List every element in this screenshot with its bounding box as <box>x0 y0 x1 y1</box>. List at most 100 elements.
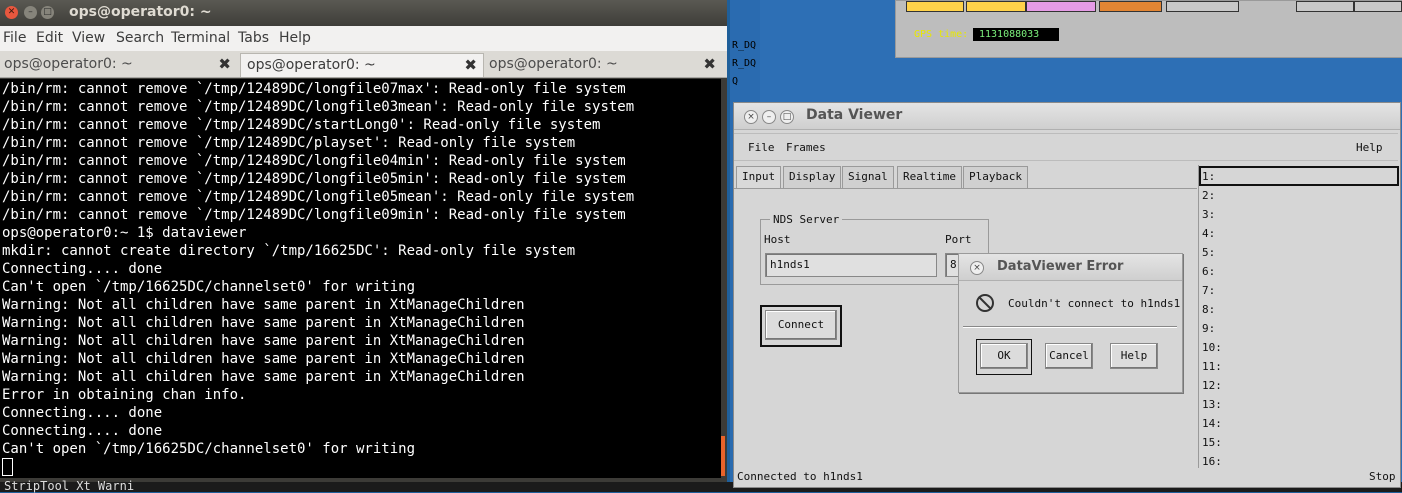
terminal-line: Warning: Not all children have same pare… <box>2 369 525 385</box>
close-tab-icon[interactable]: ✖ <box>218 53 231 75</box>
slot-item[interactable]: 4: <box>1202 227 1215 240</box>
menu-terminal[interactable]: Terminal <box>171 30 230 46</box>
side-label: R_DQ <box>732 58 757 69</box>
slot-item[interactable]: 9: <box>1202 322 1215 335</box>
slot-item[interactable]: 2: <box>1202 189 1215 202</box>
terminal-line: Can't open `/tmp/16625DC/channelset0' fo… <box>2 441 416 457</box>
tab-input[interactable]: Input <box>736 166 782 189</box>
dataviewer-titlebar[interactable]: × – □ Data Viewer <box>734 103 1400 130</box>
menu-help[interactable]: Help <box>1356 141 1383 154</box>
slot-item[interactable]: 11: <box>1202 360 1222 373</box>
terminal-line: Warning: Not all children have same pare… <box>2 351 525 367</box>
medm-window-partial: GPS time: 1131088033 <box>895 0 1402 58</box>
terminal-line: mkdir: cannot create directory `/tmp/166… <box>2 243 576 259</box>
tab-signal[interactable]: Signal <box>842 166 894 188</box>
terminal-line: Connecting.... done <box>2 261 163 277</box>
medm-button[interactable] <box>1354 1 1402 12</box>
side-label: Q <box>732 76 739 87</box>
menu-help[interactable]: Help <box>279 30 311 46</box>
side-label: R_DQ <box>732 40 757 51</box>
terminal-line: ops@operator0:~ 1$ dataviewer <box>2 225 247 241</box>
slot-item[interactable]: 10: <box>1202 341 1222 354</box>
dataviewer-menubar: File Frames Help <box>734 133 1398 161</box>
menu-file[interactable]: File <box>3 30 26 46</box>
terminal-titlebar[interactable]: ✕ – □ ops@operator0: ~ <box>0 0 727 26</box>
window-title: Data Viewer <box>806 107 903 123</box>
terminal-line: /bin/rm: cannot remove `/tmp/12489DC/lon… <box>2 153 626 169</box>
terminal-line: Connecting.... done <box>2 423 163 439</box>
window-title: ops@operator0: ~ <box>69 4 212 20</box>
tab-label: ops@operator0: ~ <box>4 56 133 72</box>
tab-label: ops@operator0: ~ <box>489 56 618 72</box>
minimize-icon[interactable]: – <box>24 6 37 19</box>
gps-time-value: 1131088033 <box>973 28 1059 41</box>
terminal-line: /bin/rm: cannot remove `/tmp/12489DC/lon… <box>2 81 626 97</box>
slot-item[interactable]: 7: <box>1202 284 1215 297</box>
slot-item[interactable]: 6: <box>1202 265 1215 278</box>
terminal-line: Warning: Not all children have same pare… <box>2 297 525 313</box>
slot-item[interactable]: 13: <box>1202 398 1222 411</box>
slot-item[interactable]: 12: <box>1202 379 1222 392</box>
stop-button[interactable]: Stop <box>1369 470 1396 483</box>
slot-item[interactable]: 15: <box>1202 436 1222 449</box>
host-label: Host <box>764 233 791 246</box>
close-icon[interactable]: × <box>970 261 984 275</box>
maximize-icon[interactable]: □ <box>780 110 794 124</box>
close-tab-icon[interactable]: ✖ <box>464 54 477 76</box>
error-dialog-titlebar[interactable]: × DataViewer Error <box>959 254 1182 281</box>
background-window-title: StripTool Xt Warni <box>4 479 135 493</box>
tab-playback[interactable]: Playback <box>963 166 1028 188</box>
terminal-scroll-thumb[interactable] <box>721 436 725 476</box>
menu-view[interactable]: View <box>72 30 105 46</box>
menu-file[interactable]: File <box>748 141 775 154</box>
host-input[interactable]: h1nds1 <box>765 253 937 277</box>
cancel-button[interactable]: Cancel <box>1045 343 1093 369</box>
terminal-tab-active[interactable]: ops@operator0: ~ ✖ <box>240 53 484 77</box>
terminal-line: Warning: Not all children have same pare… <box>2 333 525 349</box>
close-icon[interactable]: × <box>744 110 758 124</box>
slot-item[interactable]: 3: <box>1202 208 1215 221</box>
slot-item[interactable]: 8: <box>1202 303 1215 316</box>
tab-realtime[interactable]: Realtime <box>897 166 962 188</box>
terminal-line: Warning: Not all children have same pare… <box>2 315 525 331</box>
tab-display[interactable]: Display <box>783 166 842 188</box>
help-button[interactable]: Help <box>1110 343 1158 369</box>
terminal-scrollbar[interactable] <box>721 79 727 478</box>
terminal-line: Connecting.... done <box>2 405 163 421</box>
dialog-separator <box>963 326 1177 328</box>
signal-slot-list: 1: 2: 3: 4: 5: 6: 7: 8: 9: 10: 11: 12: 1… <box>1198 165 1399 468</box>
error-message: Couldn't connect to h1nds1 <box>1008 297 1181 310</box>
terminal-tabbar: ops@operator0: ~ ✖ ops@operator0: ~ ✖ op… <box>0 51 727 78</box>
gps-time-label: GPS time: <box>914 29 969 40</box>
minimize-icon[interactable]: – <box>762 110 776 124</box>
slot-item[interactable]: 5: <box>1202 246 1215 259</box>
terminal-line: /bin/rm: cannot remove `/tmp/12489DC/pla… <box>2 135 576 151</box>
port-label: Port <box>945 233 972 246</box>
terminal-line: /bin/rm: cannot remove `/tmp/12489DC/lon… <box>2 189 635 205</box>
menu-edit[interactable]: Edit <box>36 30 63 46</box>
dialog-title: DataViewer Error <box>997 259 1124 274</box>
terminal-tab[interactable]: ops@operator0: ~ ✖ <box>0 53 237 76</box>
maximize-icon[interactable]: □ <box>41 6 54 19</box>
slot-item[interactable]: 14: <box>1202 417 1222 430</box>
status-text: Connected to h1nds1 <box>737 470 863 483</box>
medm-button[interactable] <box>1296 1 1354 12</box>
medm-button[interactable] <box>906 1 964 12</box>
close-icon[interactable]: ✕ <box>5 6 18 19</box>
menu-frames[interactable]: Frames <box>786 141 826 154</box>
medm-button[interactable] <box>1166 1 1239 12</box>
terminal-tab[interactable]: ops@operator0: ~ ✖ <box>485 53 722 76</box>
ok-button[interactable]: OK <box>980 343 1028 369</box>
medm-button[interactable] <box>1026 1 1096 12</box>
connect-button[interactable]: Connect <box>765 310 837 340</box>
terminal-output[interactable]: /bin/rm: cannot remove `/tmp/12489DC/lon… <box>0 79 721 478</box>
medm-button[interactable] <box>966 1 1026 12</box>
terminal-menubar: File Edit View Search Terminal Tabs Help <box>0 26 727 51</box>
slot-item[interactable]: 16: <box>1202 455 1222 468</box>
medm-button[interactable] <box>1099 1 1162 12</box>
terminal-line: Error in obtaining chan info. <box>2 387 247 403</box>
menu-search[interactable]: Search <box>116 30 164 46</box>
close-tab-icon[interactable]: ✖ <box>703 53 716 75</box>
error-icon <box>976 294 994 312</box>
menu-tabs[interactable]: Tabs <box>238 30 269 46</box>
